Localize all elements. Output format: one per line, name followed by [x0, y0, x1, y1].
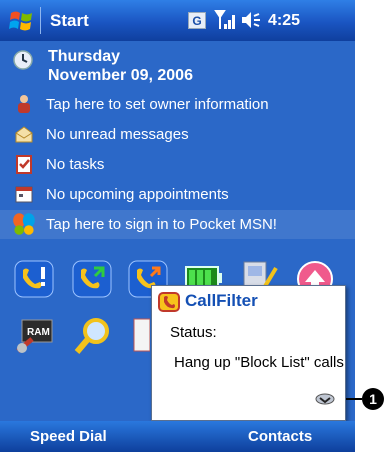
today-item-msn[interactable]: Tap here to sign in to Pocket MSN! [0, 210, 355, 239]
windows-flag-icon[interactable] [8, 9, 34, 33]
messages-icon [15, 126, 33, 143]
today-item-label: Tap here to set owner information [46, 96, 269, 113]
callfilter-icon [158, 292, 180, 312]
gprs-icon[interactable]: G [188, 12, 206, 29]
phone-incoming-icon[interactable] [70, 258, 114, 300]
callout-number: 1 [362, 388, 384, 410]
callfilter-notification[interactable]: CallFilter Status: Hang up "Block List" … [151, 285, 346, 421]
partial-icon[interactable] [130, 315, 150, 357]
start-menu-button[interactable]: Start [50, 11, 89, 31]
owner-icon [18, 95, 30, 113]
svg-text:RAM: RAM [27, 327, 50, 338]
popup-header: CallFilter [152, 286, 345, 316]
clock-icon [13, 50, 33, 70]
contacts-softkey[interactable]: Contacts [248, 428, 312, 445]
title-separator [40, 7, 41, 34]
date-row[interactable]: Thursday November 09, 2006 [0, 43, 355, 89]
speed-dial-softkey[interactable]: Speed Dial [30, 428, 107, 445]
callout-line [346, 398, 362, 400]
expand-arrow-icon[interactable] [315, 393, 335, 405]
volume-icon[interactable] [240, 10, 264, 30]
soft-key-bar: Speed Dial Contacts [0, 421, 355, 452]
date-label: November 09, 2006 [48, 67, 193, 84]
title-bar: Start G 4:25 [0, 0, 355, 41]
today-screen: Start G 4:25 Thursday November 09, 2006 … [0, 0, 355, 452]
clock[interactable]: 4:25 [268, 12, 300, 30]
today-item-label: Tap here to sign in to Pocket MSN! [46, 216, 277, 233]
today-item-label: No unread messages [46, 126, 189, 143]
tasks-icon [16, 155, 32, 174]
today-item-tasks[interactable]: No tasks [0, 150, 355, 179]
popup-title: CallFilter [185, 291, 258, 310]
today-item-label: No upcoming appointments [46, 186, 229, 203]
ram-chip-icon[interactable]: RAM [14, 315, 58, 357]
phone-alert-icon[interactable] [12, 258, 56, 300]
today-item-messages[interactable]: No unread messages [0, 120, 355, 149]
msn-butterfly-icon [13, 213, 35, 235]
calendar-icon [15, 186, 33, 203]
popup-status-label: Status: [170, 324, 217, 341]
signal-strength-icon[interactable] [214, 9, 238, 31]
today-item-owner[interactable]: Tap here to set owner information [0, 90, 355, 119]
search-icon[interactable] [70, 315, 114, 357]
today-item-label: No tasks [46, 156, 105, 173]
weekday-label: Thursday [48, 48, 121, 65]
popup-message: Hang up "Block List" calls [174, 354, 344, 371]
today-item-appointments[interactable]: No upcoming appointments [0, 180, 355, 209]
